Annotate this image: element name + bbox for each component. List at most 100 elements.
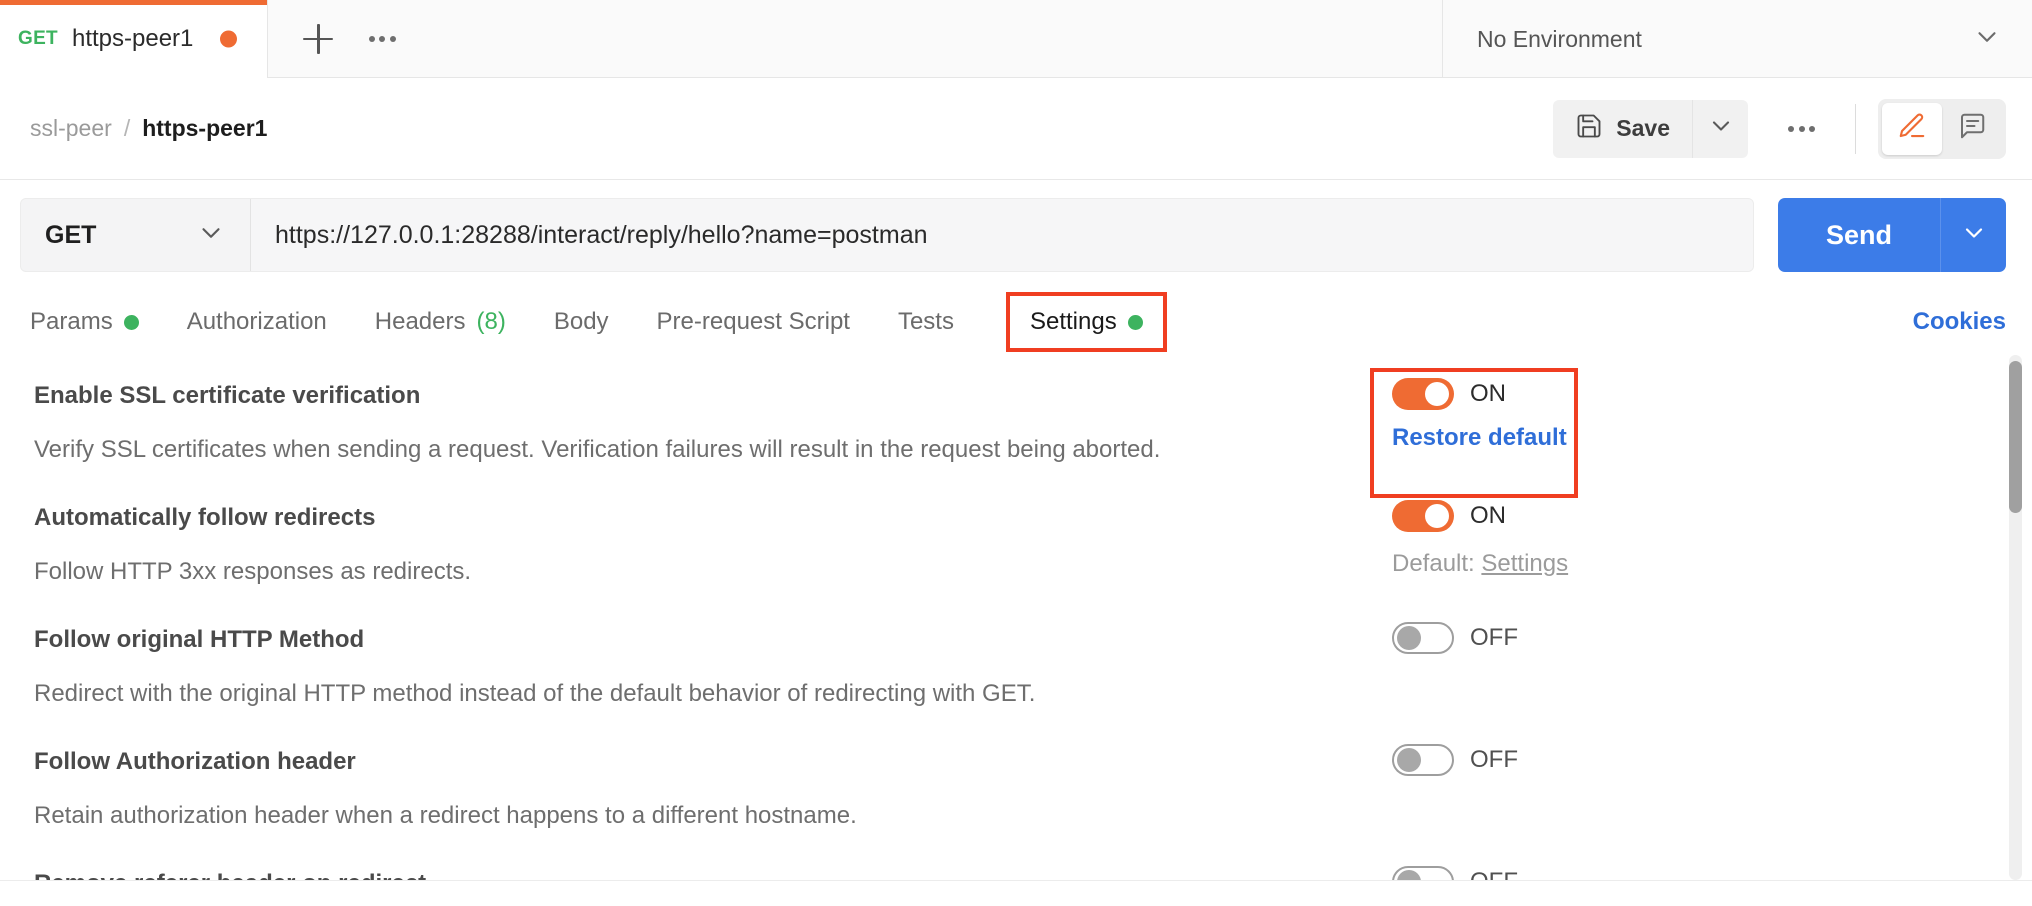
toggle-knob [1397, 748, 1421, 772]
request-tab-https-peer1[interactable]: GET https-peer1 [0, 0, 268, 78]
setting-row: Enable SSL certificate verification Veri… [0, 360, 2032, 482]
breadcrumb-separator: / [123, 115, 131, 141]
toggle-state-label: ON [1470, 502, 1506, 529]
send-options-button[interactable] [1940, 198, 2006, 272]
tab-body[interactable]: Body [554, 308, 609, 336]
http-method-label: GET [45, 220, 97, 249]
request-tab-method: GET [18, 28, 58, 49]
toggle-line: OFF [1392, 866, 1518, 880]
setting-description: Retain authorization header when a redir… [34, 802, 857, 829]
toggle-line: OFF [1392, 622, 1518, 654]
setting-control: ON Default: Settings [1392, 500, 2032, 578]
ellipsis-icon [1788, 125, 1815, 132]
toggle-state-label: ON [1470, 380, 1506, 407]
save-button[interactable]: Save [1553, 99, 1692, 158]
pencil-icon [1897, 111, 1927, 146]
settings-list: Enable SSL certificate verification Veri… [0, 360, 2032, 880]
comment-icon [1957, 111, 1987, 146]
remove-referer-header-toggle[interactable] [1392, 866, 1454, 880]
request-section-tabs: Params Authorization Headers (8) Body Pr… [0, 290, 2032, 354]
toggle-line: ON [1392, 500, 1506, 532]
settings-scrollbar-thumb[interactable] [2009, 361, 2022, 513]
breadcrumb-collection[interactable]: ssl-peer [30, 115, 112, 142]
unsaved-indicator-dot [220, 30, 237, 48]
setting-control: OFF [1392, 866, 2032, 880]
breadcrumb-bar: ssl-peer / https-peer1 Save [0, 78, 2032, 180]
new-tab-button[interactable] [290, 11, 346, 67]
view-mode-group [1878, 98, 2006, 159]
chevron-down-icon [1972, 22, 2002, 57]
setting-control: OFF [1392, 744, 2032, 776]
tab-tests[interactable]: Tests [898, 308, 954, 336]
default-settings-link[interactable]: Settings [1481, 550, 1568, 577]
environment-selected-label: No Environment [1477, 25, 1642, 52]
setting-row: Follow Authorization header Retain autho… [0, 726, 2032, 848]
default-source-note: Default: Settings [1392, 550, 1568, 578]
tab-more-options-button[interactable] [354, 11, 410, 67]
follow-redirects-toggle[interactable] [1392, 500, 1454, 532]
tab-strip-actions [268, 0, 410, 77]
tab-headers[interactable]: Headers (8) [375, 308, 506, 336]
tab-headers-label: Headers [374, 308, 466, 335]
restore-default-link[interactable]: Restore default [1392, 424, 1567, 452]
chevron-down-icon [196, 218, 226, 253]
tab-settings[interactable]: Settings [1005, 292, 1167, 352]
setting-row: Remove referer header on redirect OFF [0, 848, 2032, 880]
toggle-knob [1397, 870, 1421, 880]
params-modified-dot [123, 314, 139, 330]
toggle-knob [1425, 382, 1449, 406]
chevron-down-icon [1707, 112, 1735, 145]
cookies-link[interactable]: Cookies [1913, 308, 2006, 336]
follow-original-method-toggle[interactable] [1392, 622, 1454, 654]
tab-body-label: Body [553, 308, 609, 335]
request-more-actions-button[interactable] [1770, 100, 1833, 158]
settings-scrollbar-track[interactable] [2009, 355, 2022, 880]
tab-settings-label: Settings [1029, 308, 1117, 335]
tab-pre-request-script-label: Pre-request Script [656, 308, 850, 335]
setting-control: ON Restore default [1392, 378, 2032, 452]
send-button-label: Send [1825, 219, 1892, 250]
save-icon [1575, 112, 1603, 145]
url-input[interactable] [273, 219, 1731, 251]
save-button-label: Save [1616, 115, 1670, 141]
url-input-wrapper[interactable] [251, 199, 1753, 271]
edit-mode-button[interactable] [1882, 102, 1942, 155]
tab-params[interactable]: Params [30, 308, 139, 336]
http-method-select[interactable]: GET [21, 199, 251, 271]
tab-pre-request-script[interactable]: Pre-request Script [657, 308, 850, 336]
plus-icon [303, 23, 333, 54]
url-bar: GET Send [0, 180, 2032, 290]
url-field-group: GET [20, 198, 1754, 272]
breadcrumb-actions: Save [1553, 98, 2006, 159]
toggle-knob [1425, 504, 1449, 528]
toggle-line: OFF [1392, 744, 1518, 776]
tab-tests-label: Tests [897, 308, 954, 335]
tab-headers-count: (8) [476, 308, 506, 335]
breadcrumb-request[interactable]: https-peer1 [142, 115, 267, 142]
setting-row: Follow original HTTP Method Redirect wit… [0, 604, 2032, 726]
follow-authorization-header-toggle[interactable] [1392, 744, 1454, 776]
setting-control: OFF [1392, 622, 2032, 654]
ellipsis-icon [368, 35, 396, 42]
toggle-knob [1397, 626, 1421, 650]
settings-modified-dot [1127, 314, 1143, 330]
tab-params-label: Params [30, 308, 113, 335]
chevron-down-icon [1960, 219, 1988, 252]
postman-window: GET https-peer1 No Environment ssl-peer … [0, 0, 2032, 906]
send-button[interactable]: Send [1777, 198, 1940, 272]
ssl-verification-toggle[interactable] [1392, 378, 1454, 410]
setting-description: Redirect with the original HTTP method i… [34, 680, 1036, 707]
toggle-state-label: OFF [1470, 868, 1518, 880]
request-tab-title: https-peer1 [71, 25, 194, 52]
send-button-group: Send [1777, 198, 2006, 272]
toolbar-divider [1855, 103, 1856, 154]
request-tab-strip: GET https-peer1 No Environment [0, 0, 2032, 78]
tab-authorization-label: Authorization [186, 308, 327, 335]
comment-mode-button[interactable] [1942, 103, 2002, 155]
tab-authorization[interactable]: Authorization [187, 308, 327, 336]
toggle-line: ON [1392, 378, 1506, 410]
save-options-button[interactable] [1692, 99, 1748, 158]
save-button-group: Save [1553, 99, 1748, 158]
environment-selector[interactable]: No Environment [1442, 0, 2032, 78]
setting-row: Automatically follow redirects Follow HT… [0, 482, 2032, 604]
